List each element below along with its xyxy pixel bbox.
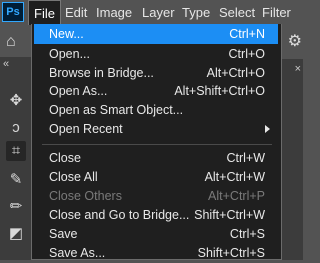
menu-item-label: Open Recent <box>49 122 123 136</box>
menu-item-new[interactable]: New... Ctrl+N <box>34 24 278 44</box>
menu-item-close-all[interactable]: Close All Alt+Ctrl+W <box>34 167 278 187</box>
tools-panel: ⌂ « ✥ ↄ ⌗ ✎ ✏ ◩ <box>0 25 31 260</box>
gear-icon[interactable]: ⚙ <box>288 31 302 51</box>
home-icon[interactable]: ⌂ <box>6 33 16 51</box>
close-icon[interactable]: × <box>295 63 301 75</box>
menu-filter[interactable]: Filter <box>262 5 291 20</box>
menu-item-label: Close Others <box>49 189 122 203</box>
menu-item-label: Open... <box>49 47 90 61</box>
menu-item-shortcut: Ctrl+O <box>228 47 265 61</box>
right-panel: ⚙ × <box>282 25 303 260</box>
menu-item-close-and-go-to-bridge[interactable]: Close and Go to Bridge... Shift+Ctrl+W <box>34 205 278 225</box>
panel-area <box>282 59 303 260</box>
menu-bar: Ps File Edit Image Layer Type Select Fil… <box>0 0 303 25</box>
menu-item-label: Close and Go to Bridge... <box>49 208 190 222</box>
menu-item-close[interactable]: Close Ctrl+W <box>34 148 278 168</box>
menu-type[interactable]: Type <box>182 5 210 20</box>
menu-item-browse-in-bridge[interactable]: Browse in Bridge... Alt+Ctrl+O <box>34 63 278 83</box>
menu-item-shortcut: Alt+Ctrl+O <box>206 66 265 80</box>
menu-layer[interactable]: Layer <box>142 5 175 20</box>
menu-item-label: Browse in Bridge... <box>49 66 154 80</box>
menu-item-label: Open As... <box>49 84 108 98</box>
crop-icon[interactable]: ⌗ <box>6 141 26 161</box>
collapse-panel-icon[interactable]: « <box>3 58 9 70</box>
submenu-arrow-icon <box>265 125 270 133</box>
menu-item-shortcut: Alt+Ctrl+W <box>204 170 265 184</box>
menu-item-open[interactable]: Open... Ctrl+O <box>34 44 278 64</box>
menu-item-label: New... <box>49 27 84 41</box>
menu-item-open-as-smart-object[interactable]: Open as Smart Object... <box>34 100 278 120</box>
menu-item-shortcut: Ctrl+W <box>226 151 265 165</box>
move-icon[interactable]: ✥ <box>6 91 26 111</box>
menu-select[interactable]: Select <box>219 5 255 20</box>
menu-file[interactable]: File <box>28 0 61 25</box>
eraser-icon[interactable]: ◩ <box>6 224 26 244</box>
menu-item-label: Close <box>49 151 81 165</box>
menu-item-close-others: Close Others Alt+Ctrl+P <box>34 186 278 206</box>
menu-item-label: Open as Smart Object... <box>49 103 184 117</box>
menu-item-shortcut: Shift+Ctrl+S <box>197 246 265 260</box>
photoshop-logo[interactable]: Ps <box>2 2 24 22</box>
menu-item-shortcut: Ctrl+S <box>229 227 265 241</box>
menu-item-shortcut: Ctrl+N <box>229 27 265 41</box>
menu-item-shortcut: Alt+Ctrl+P <box>208 189 265 203</box>
brush-icon[interactable]: ✏ <box>6 197 26 217</box>
file-menu-dropdown: New... Ctrl+N Open... Ctrl+O Browse in B… <box>31 24 282 260</box>
menu-item-label: Save As... <box>49 246 106 260</box>
eyedropper-icon[interactable]: ✎ <box>6 170 26 190</box>
options-bar-left: ⌂ <box>0 25 31 57</box>
menu-item-label: Save <box>49 227 78 241</box>
menu-item-save[interactable]: Save Ctrl+S <box>34 224 278 244</box>
menu-item-shortcut: Shift+Ctrl+W <box>194 208 265 222</box>
menu-separator <box>42 144 272 145</box>
menu-edit[interactable]: Edit <box>65 5 87 20</box>
menu-item-open-as[interactable]: Open As... Alt+Shift+Ctrl+O <box>34 81 278 101</box>
menu-item-label: Close All <box>49 170 98 184</box>
menu-item-open-recent[interactable]: Open Recent <box>34 119 278 139</box>
menu-item-save-as[interactable]: Save As... Shift+Ctrl+S <box>34 243 278 263</box>
menu-image[interactable]: Image <box>96 5 132 20</box>
menu-item-shortcut: Alt+Shift+Ctrl+O <box>174 84 265 98</box>
lasso-icon[interactable]: ↄ <box>6 118 26 138</box>
